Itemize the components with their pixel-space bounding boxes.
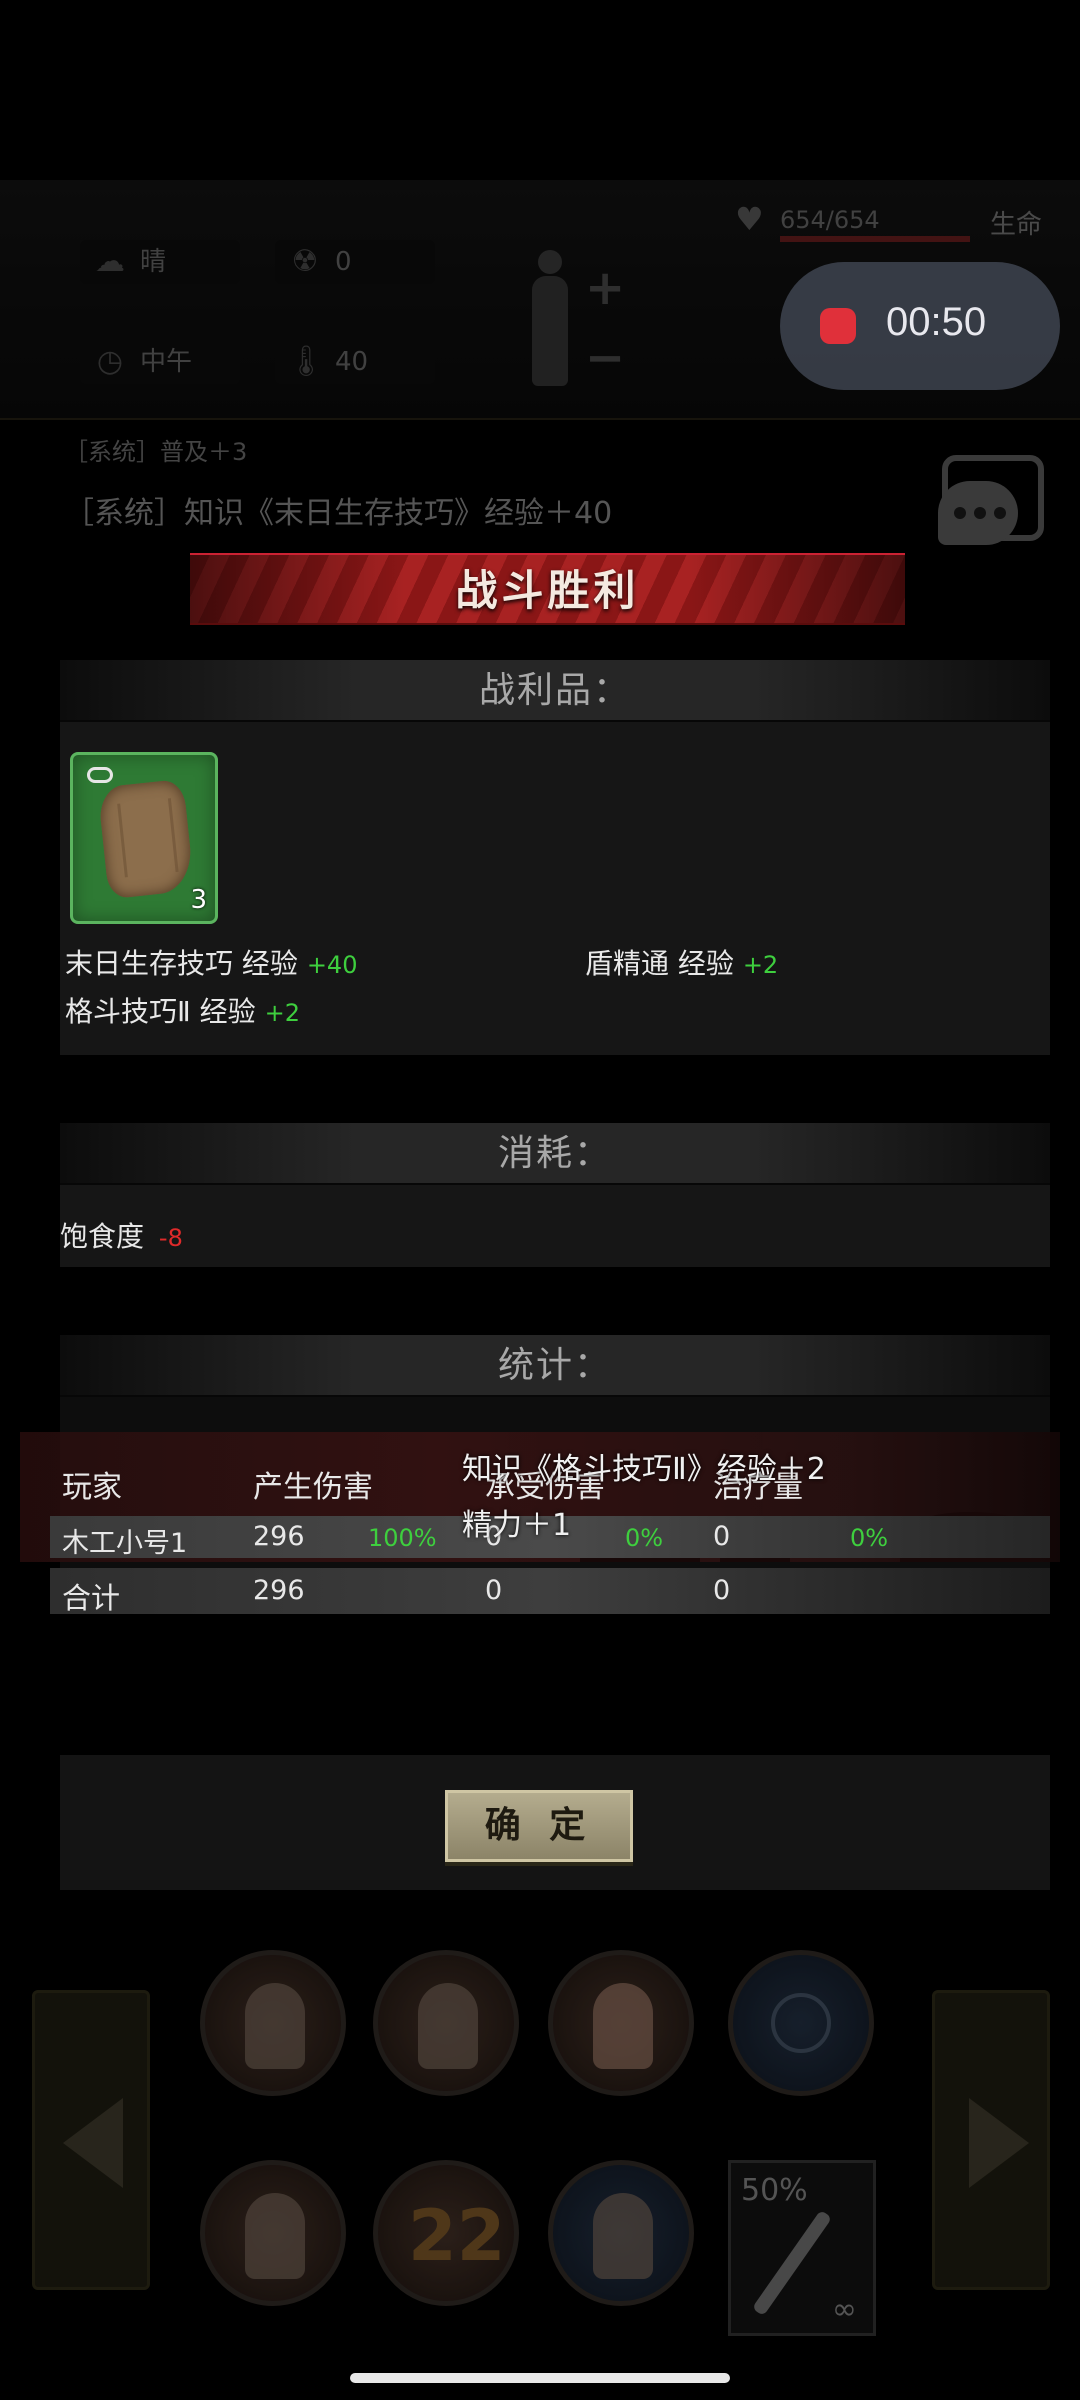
radiation-icon: ☢ — [291, 244, 319, 279]
table-row — [50, 1568, 1050, 1614]
next-page-button[interactable] — [932, 1990, 1050, 2290]
knife-icon — [751, 2209, 833, 2317]
total-damage: 296 — [253, 1575, 305, 1606]
consume-value: -8 — [158, 1224, 183, 1252]
link-icon — [87, 767, 113, 783]
crosshair-icon — [771, 1993, 831, 2053]
exp-gain-item: 末日生存技巧 经验 +40 — [65, 942, 357, 982]
dodge-skill-button[interactable] — [200, 2160, 346, 2306]
floating-message: 精力＋1 — [462, 1508, 572, 1543]
consume-label: 饱食度 — [60, 1220, 145, 1253]
damage-pct: 100% — [368, 1524, 437, 1552]
exp-gain-label: 格斗技巧Ⅱ 经验 — [65, 995, 256, 1028]
dialog-title: 战斗胜利 — [455, 566, 640, 615]
chat-icon[interactable] — [938, 455, 1044, 545]
heart-icon: ♥ — [735, 200, 764, 238]
cloud-sun-icon: ☁ — [95, 244, 125, 279]
animal-hide-icon — [97, 778, 195, 900]
time-of-day-value: 中午 — [140, 347, 193, 377]
radiation-cell: ☢ 0 — [275, 240, 435, 284]
recording-time: 00:50 — [886, 300, 987, 344]
consume-item: 饱食度 -8 — [60, 1215, 183, 1255]
system-log-line: ［系统］知识《末日生存技巧》经验＋40 — [64, 496, 613, 531]
total-taken: 0 — [485, 1575, 503, 1606]
total-label: 合计 — [62, 1581, 121, 1615]
life-value: 654/654 — [780, 206, 880, 234]
confirm-button[interactable]: 确 定 — [445, 1790, 633, 1862]
record-stop-icon[interactable] — [820, 308, 856, 344]
victory-banner: 战斗胜利 — [190, 553, 905, 625]
stats-col-player: 玩家 — [62, 1470, 122, 1505]
weather-cell: ☁ 晴 — [80, 240, 240, 284]
loot-count: 3 — [190, 885, 207, 915]
exp-gain-value: +2 — [264, 999, 300, 1027]
thermometer-icon: 🌡 — [287, 344, 326, 379]
weapon-durability: 50% — [741, 2173, 808, 2208]
body-figure-icon[interactable] — [520, 250, 580, 390]
cooldown-counter: 22 — [408, 2195, 506, 2277]
clock-icon: ◷ — [96, 344, 124, 379]
exp-gain-label: 末日生存技巧 经验 — [65, 947, 298, 980]
damage-value: 296 — [253, 1521, 305, 1552]
exp-gain-value: +40 — [306, 951, 358, 979]
taken-pct: 0% — [625, 1524, 664, 1552]
life-label: 生命 — [990, 210, 1043, 240]
aim-skill-button[interactable] — [728, 1950, 874, 2096]
exp-gain-value: +2 — [742, 951, 779, 979]
heal-pct: 0% — [850, 1524, 889, 1552]
temperature-value: 40 — [335, 347, 369, 377]
player-name: 木工小号1 — [62, 1528, 188, 1559]
prev-page-button[interactable] — [32, 1990, 150, 2290]
stats-col-damage: 产生伤害 — [253, 1470, 373, 1505]
radiation-value: 0 — [335, 247, 352, 277]
loot-item-hide[interactable]: 3 — [70, 752, 218, 924]
plus-icon: + — [585, 260, 626, 316]
screen-recording-pill[interactable]: 00:50 — [780, 262, 1060, 390]
exp-gain-label: 盾精通 经验 — [585, 947, 734, 980]
arrow-left-icon — [63, 2098, 123, 2188]
total-heal: 0 — [713, 1575, 731, 1606]
stats-header: 统计： — [60, 1335, 1050, 1397]
heal-skill-button[interactable] — [200, 1950, 346, 2096]
sprint-skill-button[interactable] — [373, 1950, 519, 2096]
weapon-ammo: ∞ — [832, 2292, 857, 2327]
temperature-cell: 🌡 40 — [275, 340, 435, 384]
crouch-skill-button[interactable] — [548, 2160, 694, 2306]
minus-icon: − — [585, 330, 626, 386]
exp-gain-item: 盾精通 经验 +2 — [585, 942, 778, 982]
time-cell: ◷ 中午 — [80, 340, 240, 384]
heal-value: 0 — [713, 1521, 731, 1552]
life-bar: 654/654 — [780, 206, 970, 242]
arrow-right-icon — [969, 2098, 1029, 2188]
home-indicator[interactable] — [350, 2373, 730, 2383]
exp-gain-item: 格斗技巧Ⅱ 经验 +2 — [65, 990, 300, 1030]
consume-header: 消耗： — [60, 1123, 1050, 1185]
floating-message: 知识《格斗技巧Ⅱ》经验＋2 — [462, 1452, 826, 1487]
weather-value: 晴 — [140, 247, 167, 277]
cooldown-skill-button[interactable]: 22 — [373, 2160, 519, 2306]
loot-header: 战利品： — [60, 660, 1050, 722]
weapon-slot[interactable]: 50% ∞ — [728, 2160, 876, 2336]
system-log-line: ［系统］普及＋3 — [64, 438, 248, 466]
weapon-skill-button[interactable] — [548, 1950, 694, 2096]
